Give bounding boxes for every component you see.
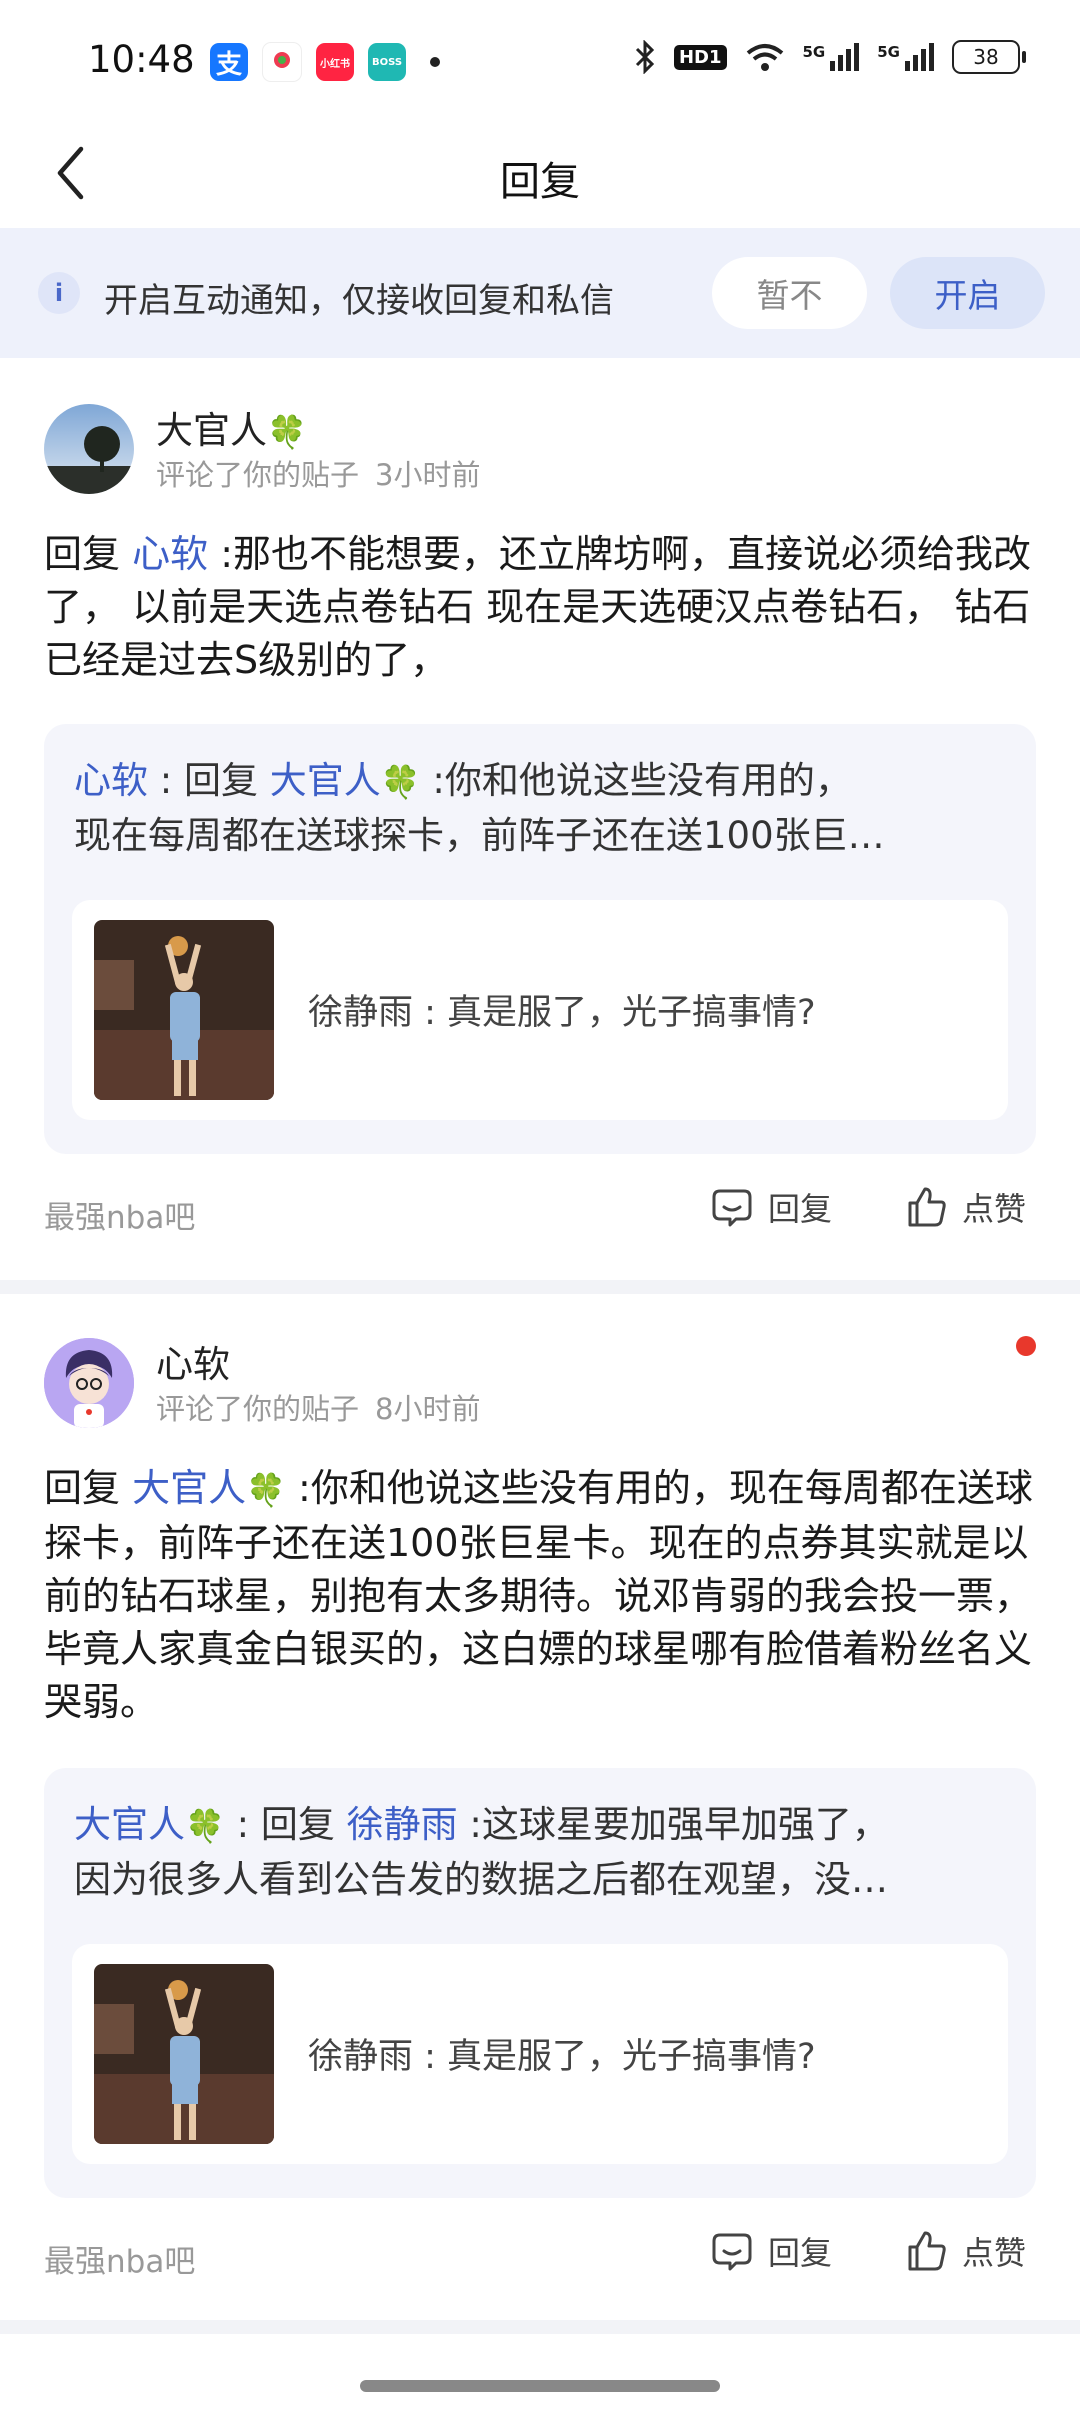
boss-zhipin-icon: BOSS — [368, 43, 406, 81]
hd-voice-icon: HD1 — [673, 44, 727, 70]
quote-target-link[interactable]: 徐静雨 — [347, 1803, 458, 1846]
notification-prompt: i 开启互动通知，仅接收回复和私信 暂不 开启 — [0, 228, 1080, 358]
clover-icon: 🍀 — [267, 413, 307, 451]
post-thumbnail — [94, 1964, 274, 2144]
user-name[interactable]: 心软 — [156, 1334, 230, 1388]
forum-name[interactable]: 最强nba吧 — [44, 2236, 195, 2281]
comment-meta: 评论了你的贴子 3小时前 — [156, 458, 481, 492]
status-time: 10:48 — [88, 38, 195, 81]
bluetooth-icon — [635, 40, 655, 74]
avatar[interactable] — [44, 1338, 134, 1428]
original-post-text: 徐静雨 : 真是服了，光子搞事情? — [308, 993, 816, 1033]
like-button[interactable]: 点赞 — [904, 1184, 1026, 1230]
clover-icon: 🍀 — [185, 1807, 225, 1845]
comment-body: 回复 大官人🍀 :你和他说这些没有用的，现在每周都在送球探卡，前阵子还在送100… — [44, 1466, 1033, 1724]
status-bar: 10:48 支 小红书 BOSS HD1 5G 5G 38 — [0, 0, 1080, 125]
xiaohongshu-icon: 小红书 — [316, 43, 354, 81]
comment-icon — [712, 2233, 752, 2271]
mention-link[interactable]: 大官人 — [132, 1466, 246, 1510]
thumbs-up-icon — [908, 2231, 946, 2271]
wifi-icon — [746, 44, 783, 71]
notification-app-icons: 支 小红书 BOSS — [210, 42, 440, 82]
avatar[interactable] — [44, 404, 134, 494]
post-thumbnail — [94, 920, 274, 1100]
enable-notifications-button[interactable]: 开启 — [890, 257, 1045, 329]
mention-link[interactable]: 心软 — [132, 532, 208, 576]
top-bar: 回复 — [0, 125, 1080, 225]
clover-icon: 🍀 — [380, 763, 421, 801]
info-icon: i — [38, 272, 80, 314]
notification-prompt-text: 开启互动通知，仅接收回复和私信 — [104, 281, 614, 321]
page-title: 回复 — [500, 159, 580, 205]
battery-icon: 38 — [952, 40, 1026, 74]
signal-5g-icon-2: 5G — [877, 43, 934, 71]
not-now-button[interactable]: 暂不 — [712, 257, 867, 329]
like-button[interactable]: 点赞 — [904, 2228, 1026, 2274]
alipay-icon: 支 — [210, 43, 248, 81]
reply-button[interactable]: 回复 — [710, 1184, 832, 1230]
original-post-text: 徐静雨 : 真是服了，光子搞事情? — [308, 2037, 816, 2077]
unread-dot — [1016, 1336, 1036, 1356]
quoted-comment[interactable]: 大官人🍀 : 回复 徐静雨 :这球星要加强早加强了， 因为很多人看到公告发的数据… — [44, 1768, 1036, 2198]
forum-name[interactable]: 最强nba吧 — [44, 1192, 195, 1237]
reply-button[interactable]: 回复 — [710, 2228, 832, 2274]
quote-author-link[interactable]: 大官人 — [74, 1803, 185, 1846]
comment-icon — [712, 1189, 752, 1227]
reply-card[interactable]: 心软 评论了你的贴子 8小时前 回复 大官人🍀 :你和他说这些没有用的，现在每周都… — [0, 1294, 1080, 2314]
china-mobile-icon — [262, 42, 302, 82]
divider — [0, 1280, 1080, 1294]
quote-target-link[interactable]: 大官人 — [270, 759, 381, 802]
quoted-comment-text: 大官人🍀 : 回复 徐静雨 :这球星要加强早加强了， 因为很多人看到公告发的数据… — [74, 1803, 889, 1901]
quote-author-link[interactable]: 心软 — [74, 759, 148, 802]
original-post-card[interactable]: 徐静雨 : 真是服了，光子搞事情? — [72, 1944, 1008, 2164]
user-name[interactable]: 大官人🍀 — [156, 400, 307, 454]
original-post-card[interactable]: 徐静雨 : 真是服了，光子搞事情? — [72, 900, 1008, 1120]
system-indicators: HD1 5G 5G 38 — [634, 40, 1026, 74]
home-indicator[interactable] — [360, 2380, 720, 2392]
comment-meta: 评论了你的贴子 8小时前 — [156, 1392, 481, 1426]
quoted-comment[interactable]: 心软 : 回复 大官人🍀 :你和他说这些没有用的， 现在每周都在送球探卡，前阵子… — [44, 724, 1036, 1154]
clover-icon: 🍀 — [246, 1471, 286, 1509]
thumbs-up-icon — [908, 1187, 946, 1227]
divider — [0, 2320, 1080, 2334]
reply-card[interactable]: 大官人🍀 评论了你的贴子 3小时前 回复 心软 :那也不能想要，还立牌坊啊，直接说… — [0, 372, 1080, 1272]
more-notifications-dot — [430, 57, 440, 67]
signal-5g-icon-1: 5G — [803, 43, 860, 71]
quoted-comment-text: 心软 : 回复 大官人🍀 :你和他说这些没有用的， 现在每周都在送球探卡，前阵子… — [74, 759, 885, 857]
comment-body: 回复 心软 :那也不能想要，还立牌坊啊，直接说必须给我改了， 以前是天选点卷钻石… — [44, 532, 1032, 682]
